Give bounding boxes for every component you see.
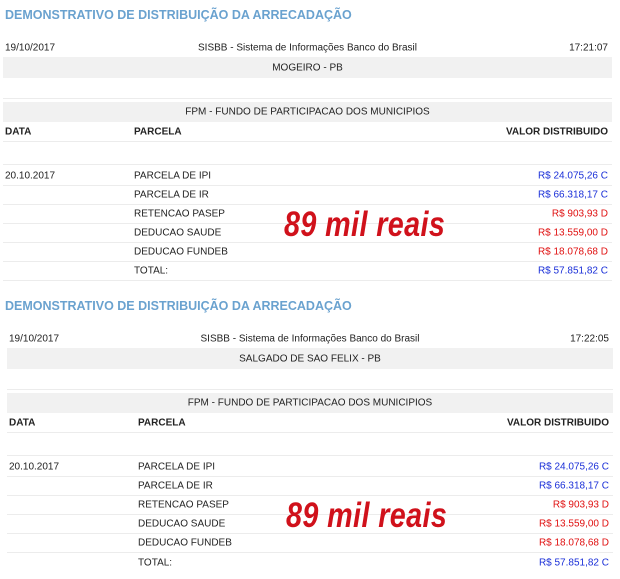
spacer-row — [3, 80, 612, 99]
municipality-row: MOGEIRO - PB — [3, 57, 612, 78]
fund-name: FPM - FUNDO DE PARTICIPACAO DOS MUNICIPI… — [185, 106, 430, 118]
valor-value: R$ 66.318,17 C — [538, 480, 609, 492]
fund-row: FPM - FUNDO DE PARTICIPACAO DOS MUNICIPI… — [3, 102, 612, 122]
report-meta-row: 19/10/2017 SISBB - Sistema de Informaçõe… — [7, 331, 613, 347]
parcela-label: TOTAL: — [134, 265, 169, 277]
parcela-label: PARCELA DE IR — [138, 480, 213, 492]
overlay-caption: 89 mil reais — [284, 205, 446, 244]
parcela-label: PARCELA DE IPI — [138, 461, 216, 473]
parcela-label: PARCELA DE IR — [134, 189, 209, 201]
parcela-label: RETENCAO PASEP — [134, 208, 225, 220]
report-system: SISBB - Sistema de Informações Banco do … — [200, 333, 420, 345]
municipality-row: SALGADO DE SAO FELIX - PB — [7, 348, 613, 369]
valor-value: R$ 13.559,00 D — [538, 518, 609, 530]
report-time: 17:22:05 — [570, 333, 609, 345]
municipality-name: MOGEIRO - PB — [272, 62, 343, 73]
table-header: DATA PARCELA VALOR DISTRIBUIDO — [3, 122, 612, 142]
parcela-label: PARCELA DE IPI — [134, 170, 212, 182]
spacer-row — [7, 435, 613, 456]
valor-value: R$ 24.075,26 C — [537, 170, 608, 182]
header-data: DATA — [5, 126, 32, 137]
parcela-label: DEDUCAO SAUDE — [138, 518, 226, 530]
table-row-total: TOTAL: R$ 57.851,82 C — [3, 262, 612, 281]
report-meta-row: 19/10/2017 SISBB - Sistema de Informaçõe… — [3, 40, 612, 56]
entry-date: 20.10.2017 — [9, 461, 60, 473]
parcela-label: RETENCAO PASEP — [138, 499, 229, 511]
valor-value: R$ 13.559,00 D — [537, 227, 608, 239]
parcela-label: DEDUCAO FUNDEB — [138, 537, 232, 549]
valor-value: R$ 24.075,26 C — [538, 461, 609, 473]
overlay-caption: 89 mil reais — [286, 496, 448, 535]
fund-row: FPM - FUNDO DE PARTICIPACAO DOS MUNICIPI… — [7, 393, 613, 413]
header-valor: VALOR DISTRIBUIDO — [505, 126, 608, 137]
header-parcela: PARCELA — [134, 126, 182, 137]
valor-value: R$ 18.078,68 D — [537, 246, 608, 258]
table-row: DEDUCAO FUNDEB R$ 18.078,68 D — [3, 243, 612, 262]
spacer-row — [7, 371, 613, 390]
municipality-name: SALGADO DE SAO FELIX - PB — [239, 353, 381, 364]
table-row: DEDUCAO FUNDEB R$ 18.078,68 D — [7, 534, 613, 553]
report-title: DEMONSTRATIVO DE DISTRIBUIÇÃO DA ARRECAD… — [5, 8, 352, 22]
parcela-label: DEDUCAO FUNDEB — [134, 246, 228, 258]
report-system: SISBB - Sistema de Informações Banco do … — [198, 42, 417, 54]
valor-value: R$ 57.851,82 C — [537, 265, 608, 277]
entry-date: 20.10.2017 — [5, 170, 56, 182]
fund-name: FPM - FUNDO DE PARTICIPACAO DOS MUNICIPI… — [187, 397, 433, 409]
report-time: 17:21:07 — [569, 42, 608, 54]
report-title: DEMONSTRATIVO DE DISTRIBUIÇÃO DA ARRECAD… — [5, 299, 352, 313]
valor-value: R$ 66.318,17 C — [537, 189, 608, 201]
table-row: PARCELA DE IR R$ 66.318,17 C — [7, 477, 613, 496]
valor-value: R$ 18.078,68 D — [538, 537, 609, 549]
spacer-row — [3, 144, 612, 165]
header-parcela: PARCELA — [138, 417, 186, 428]
valor-value: R$ 57.851,82 C — [538, 557, 609, 568]
parcela-label: DEDUCAO SAUDE — [134, 227, 222, 239]
header-valor: VALOR DISTRIBUIDO — [506, 417, 609, 428]
table-header: DATA PARCELA VALOR DISTRIBUIDO — [7, 413, 613, 433]
table-row: 20.10.2017 PARCELA DE IPI R$ 24.075,26 C — [3, 167, 612, 186]
valor-value: R$ 903,93 D — [552, 499, 609, 511]
parcela-label: TOTAL: — [138, 557, 173, 568]
header-data: DATA — [9, 417, 36, 428]
table-row: PARCELA DE IR R$ 66.318,17 C — [3, 186, 612, 205]
table-row-total: TOTAL: R$ 57.851,82 C — [7, 553, 613, 572]
valor-value: R$ 903,93 D — [551, 208, 608, 220]
table-row: 20.10.2017 PARCELA DE IPI R$ 24.075,26 C — [7, 458, 613, 477]
